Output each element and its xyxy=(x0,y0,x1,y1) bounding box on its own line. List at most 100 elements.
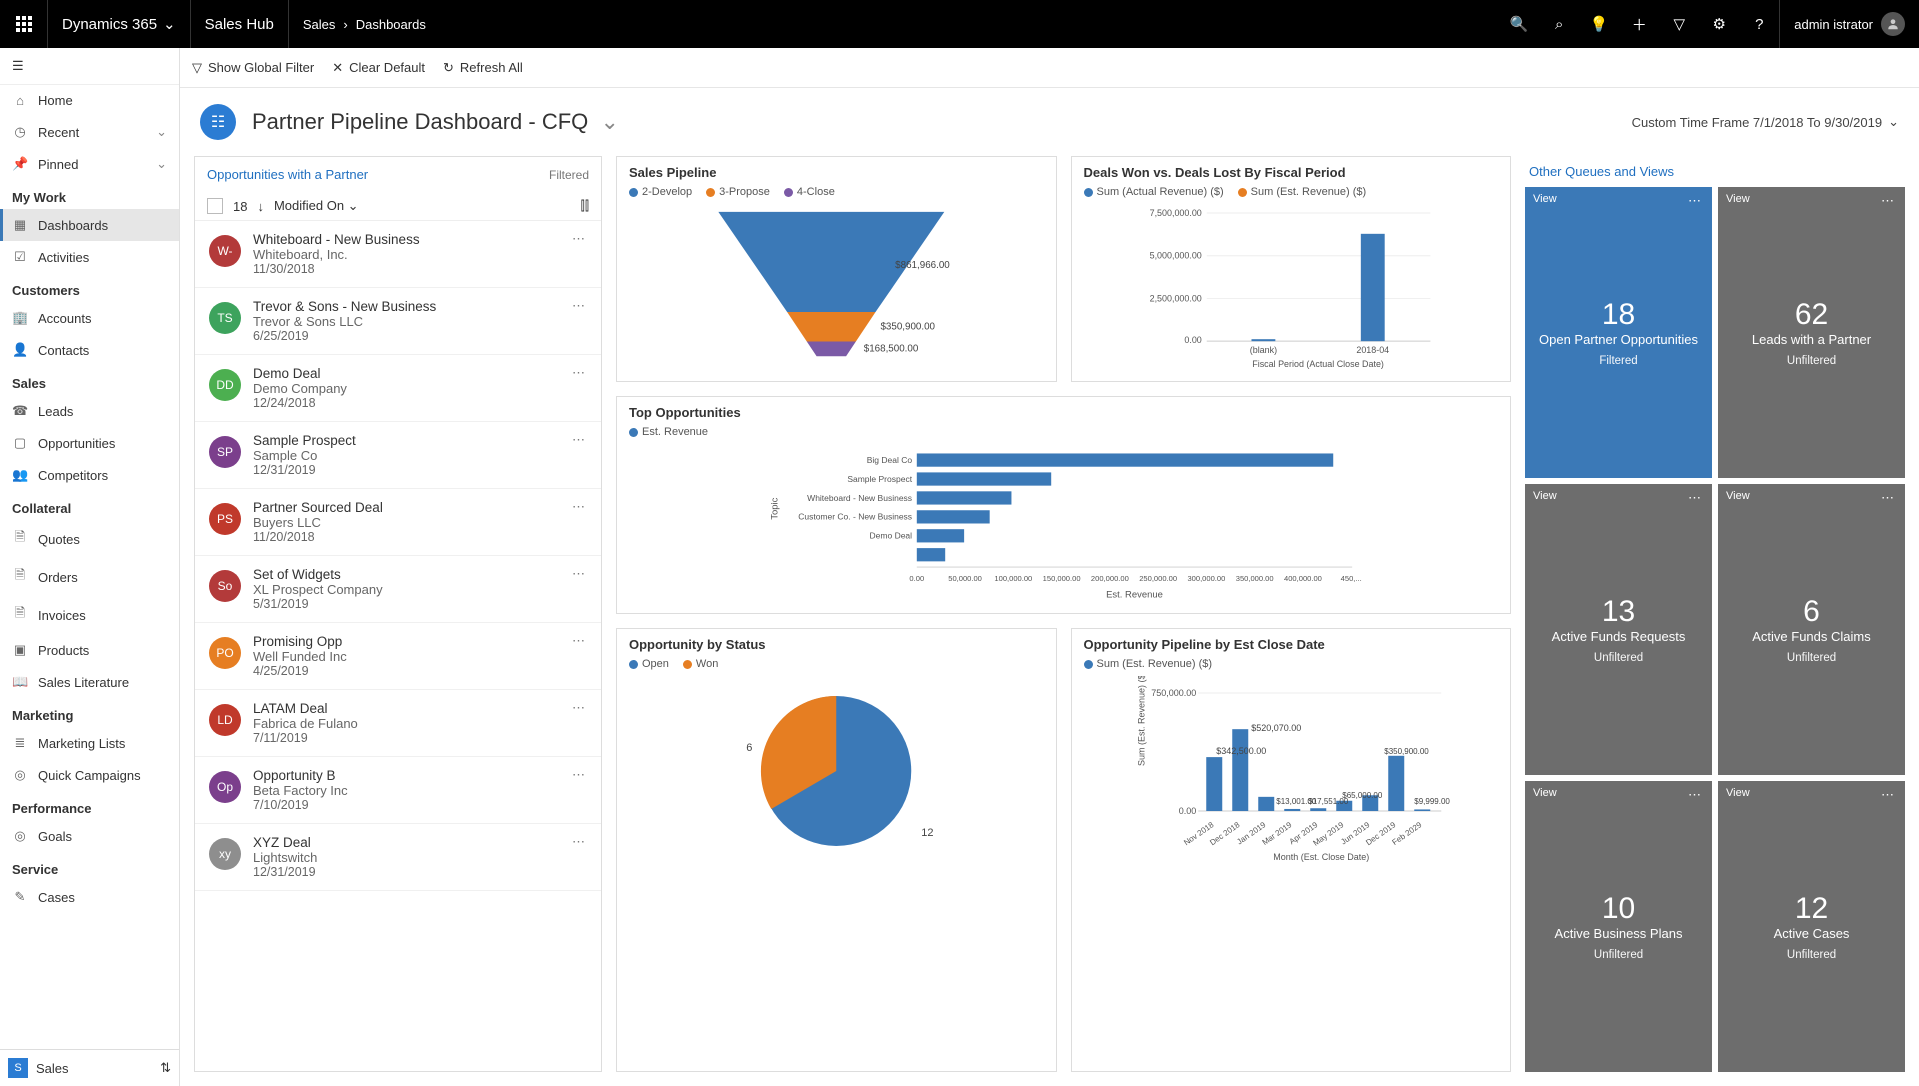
opportunity-row[interactable]: Op Opportunity B Beta Factory Inc 7/10/2… xyxy=(195,757,601,824)
area-switcher[interactable]: S Sales ⇅ xyxy=(0,1049,179,1086)
dashboard-title[interactable]: Partner Pipeline Dashboard - CFQ ⌄ xyxy=(252,109,619,135)
tile-sublabel: Unfiltered xyxy=(1594,949,1643,961)
nav-goals[interactable]: ◎Goals xyxy=(0,820,179,852)
sort-arrow-icon[interactable]: ↓ xyxy=(257,199,264,214)
opportunity-row[interactable]: xy XYZ Deal Lightswitch 12/31/2019 ⋯ xyxy=(195,824,601,891)
settings-icon[interactable]: ⚙ xyxy=(1699,0,1739,48)
nav-contacts[interactable]: 👤Contacts xyxy=(0,334,179,366)
opportunity-row[interactable]: PS Partner Sourced Deal Buyers LLC 11/20… xyxy=(195,489,601,556)
nav-leads[interactable]: ☎Leads xyxy=(0,395,179,427)
nav-marketing-lists[interactable]: ≣Marketing Lists xyxy=(0,727,179,759)
svg-text:12: 12 xyxy=(921,827,933,839)
competitors-icon: 👥 xyxy=(12,467,28,483)
app-name[interactable]: Sales Hub xyxy=(191,0,289,48)
opportunity-row[interactable]: LD LATAM Deal Fabrica de Fulano 7/11/201… xyxy=(195,690,601,757)
breadcrumb-root[interactable]: Sales xyxy=(303,17,336,32)
svg-text:450,...: 450,... xyxy=(1341,574,1362,583)
timeframe-dropdown[interactable]: Custom Time Frame 7/1/2018 To 9/30/2019⌄ xyxy=(1632,114,1899,130)
queue-tile[interactable]: View ⋯ 13 Active Funds Requests Unfilter… xyxy=(1525,484,1712,775)
queue-tile[interactable]: View ⋯ 18 Open Partner Opportunities Fil… xyxy=(1525,187,1712,478)
nav-pinned[interactable]: 📌Pinned⌄ xyxy=(0,148,179,180)
more-icon[interactable]: ⋯ xyxy=(572,365,585,381)
tile-more-icon[interactable]: ⋯ xyxy=(1881,787,1895,803)
tile-view-link[interactable]: View xyxy=(1726,787,1750,799)
filter-icon[interactable]: ▽ xyxy=(1659,0,1699,48)
nav-accounts[interactable]: 🏢Accounts xyxy=(0,302,179,334)
assistant-icon[interactable]: 💡 xyxy=(1579,0,1619,48)
opportunities-toolbar: 18 ↓ Modified On ⌄ ⫿⫿ xyxy=(195,192,601,221)
opportunity-row[interactable]: PO Promising Opp Well Funded Inc 4/25/20… xyxy=(195,623,601,690)
more-icon[interactable]: ⋯ xyxy=(572,231,585,247)
nav-competitors[interactable]: 👥Competitors xyxy=(0,459,179,491)
nav-quick-campaigns[interactable]: ◎Quick Campaigns xyxy=(0,759,179,791)
user-menu[interactable]: admin istrator xyxy=(1779,0,1919,48)
nav-opportunities[interactable]: ▢Opportunities xyxy=(0,427,179,459)
more-icon[interactable]: ⋯ xyxy=(572,499,585,515)
opportunity-row[interactable]: W- Whiteboard - New Business Whiteboard,… xyxy=(195,221,601,288)
tile-sublabel: Unfiltered xyxy=(1787,949,1836,961)
nav-activities[interactable]: ☑Activities xyxy=(0,241,179,273)
more-icon[interactable]: ⋯ xyxy=(572,298,585,314)
tile-more-icon[interactable]: ⋯ xyxy=(1688,193,1702,209)
opportunity-row[interactable]: So Set of Widgets XL Prospect Company 5/… xyxy=(195,556,601,623)
svg-text:0.00: 0.00 xyxy=(1178,806,1196,816)
nav-home[interactable]: ⌂Home xyxy=(0,85,179,116)
more-icon[interactable]: ⋯ xyxy=(572,767,585,783)
top-opportunities-chart[interactable]: Top Opportunities Est. Revenue Topic Big… xyxy=(616,396,1511,614)
nav-invoices[interactable]: 🗎Invoices xyxy=(0,596,179,634)
tile-view-link[interactable]: View xyxy=(1726,193,1750,205)
tile-view-link[interactable]: View xyxy=(1533,490,1557,502)
more-icon[interactable]: ⋯ xyxy=(572,633,585,649)
tile-more-icon[interactable]: ⋯ xyxy=(1688,490,1702,506)
refresh-all-button[interactable]: ↻Refresh All xyxy=(443,60,523,76)
chevron-down-icon: ⌄ xyxy=(601,109,619,134)
nav-cases[interactable]: ✎Cases xyxy=(0,881,179,913)
more-icon[interactable]: ⋯ xyxy=(572,834,585,850)
sort-column-dropdown[interactable]: Modified On ⌄ xyxy=(274,198,359,214)
view-options-icon[interactable]: ⫿⫿ xyxy=(581,198,589,214)
deals-won-lost-chart[interactable]: Deals Won vs. Deals Lost By Fiscal Perio… xyxy=(1071,156,1512,382)
opportunities-list[interactable]: W- Whiteboard - New Business Whiteboard,… xyxy=(195,221,601,1071)
opportunity-pipeline-chart[interactable]: Opportunity Pipeline by Est Close Date S… xyxy=(1071,628,1512,1072)
chart-legend: Sum (Est. Revenue) ($) xyxy=(1084,658,1499,670)
queue-tile[interactable]: View ⋯ 10 Active Business Plans Unfilter… xyxy=(1525,781,1712,1072)
show-global-filter-button[interactable]: ▽Show Global Filter xyxy=(192,60,314,76)
more-icon[interactable]: ⋯ xyxy=(572,432,585,448)
opportunity-row[interactable]: SP Sample Prospect Sample Co 12/31/2019 … xyxy=(195,422,601,489)
tile-view-link[interactable]: View xyxy=(1726,490,1750,502)
nav-recent[interactable]: ◷Recent⌄ xyxy=(0,116,179,148)
nav-dashboards[interactable]: ▦Dashboards xyxy=(0,209,179,241)
more-icon[interactable]: ⋯ xyxy=(572,700,585,716)
queue-tile[interactable]: View ⋯ 6 Active Funds Claims Unfiltered xyxy=(1718,484,1905,775)
clear-default-button[interactable]: ✕Clear Default xyxy=(332,60,425,76)
other-queues-title[interactable]: Other Queues and Views xyxy=(1525,156,1905,187)
opportunity-by-status-chart[interactable]: Opportunity by Status OpenWon 12 6 xyxy=(616,628,1057,1072)
opportunity-row[interactable]: DD Demo Deal Demo Company 12/24/2018 ⋯ xyxy=(195,355,601,422)
opportunities-title[interactable]: Opportunities with a Partner xyxy=(207,167,368,182)
queue-tile[interactable]: View ⋯ 62 Leads with a Partner Unfiltere… xyxy=(1718,187,1905,478)
tile-view-link[interactable]: View xyxy=(1533,193,1557,205)
opportunity-row[interactable]: TS Trevor & Sons - New Business Trevor &… xyxy=(195,288,601,355)
opportunity-title: Opportunity B xyxy=(253,768,348,783)
help-icon[interactable]: ? xyxy=(1739,0,1779,48)
hamburger-icon[interactable]: ☰ xyxy=(0,48,179,85)
search-icon[interactable]: 🔍 xyxy=(1499,0,1539,48)
nav-sales-literature[interactable]: 📖Sales Literature xyxy=(0,666,179,698)
app-launcher-icon[interactable] xyxy=(0,0,48,48)
tile-view-link[interactable]: View xyxy=(1533,787,1557,799)
more-icon[interactable]: ⋯ xyxy=(572,566,585,582)
breadcrumb: Sales › Dashboards xyxy=(289,17,440,32)
select-all-icon[interactable] xyxy=(207,198,223,214)
nav-products[interactable]: ▣Products xyxy=(0,634,179,666)
task-icon[interactable]: ⌕ xyxy=(1539,0,1579,48)
sales-pipeline-chart[interactable]: Sales Pipeline 2-Develop3-Propose4-Close… xyxy=(616,156,1057,382)
nav-quotes[interactable]: 🗎Quotes xyxy=(0,520,179,558)
brand-menu[interactable]: Dynamics 365⌄ xyxy=(48,0,191,48)
queue-tile[interactable]: View ⋯ 12 Active Cases Unfiltered xyxy=(1718,781,1905,1072)
tile-more-icon[interactable]: ⋯ xyxy=(1881,490,1895,506)
add-icon[interactable]: ＋ xyxy=(1619,0,1659,48)
opportunity-title: LATAM Deal xyxy=(253,701,358,716)
nav-orders[interactable]: 🗎Orders xyxy=(0,558,179,596)
tile-more-icon[interactable]: ⋯ xyxy=(1688,787,1702,803)
tile-more-icon[interactable]: ⋯ xyxy=(1881,193,1895,209)
